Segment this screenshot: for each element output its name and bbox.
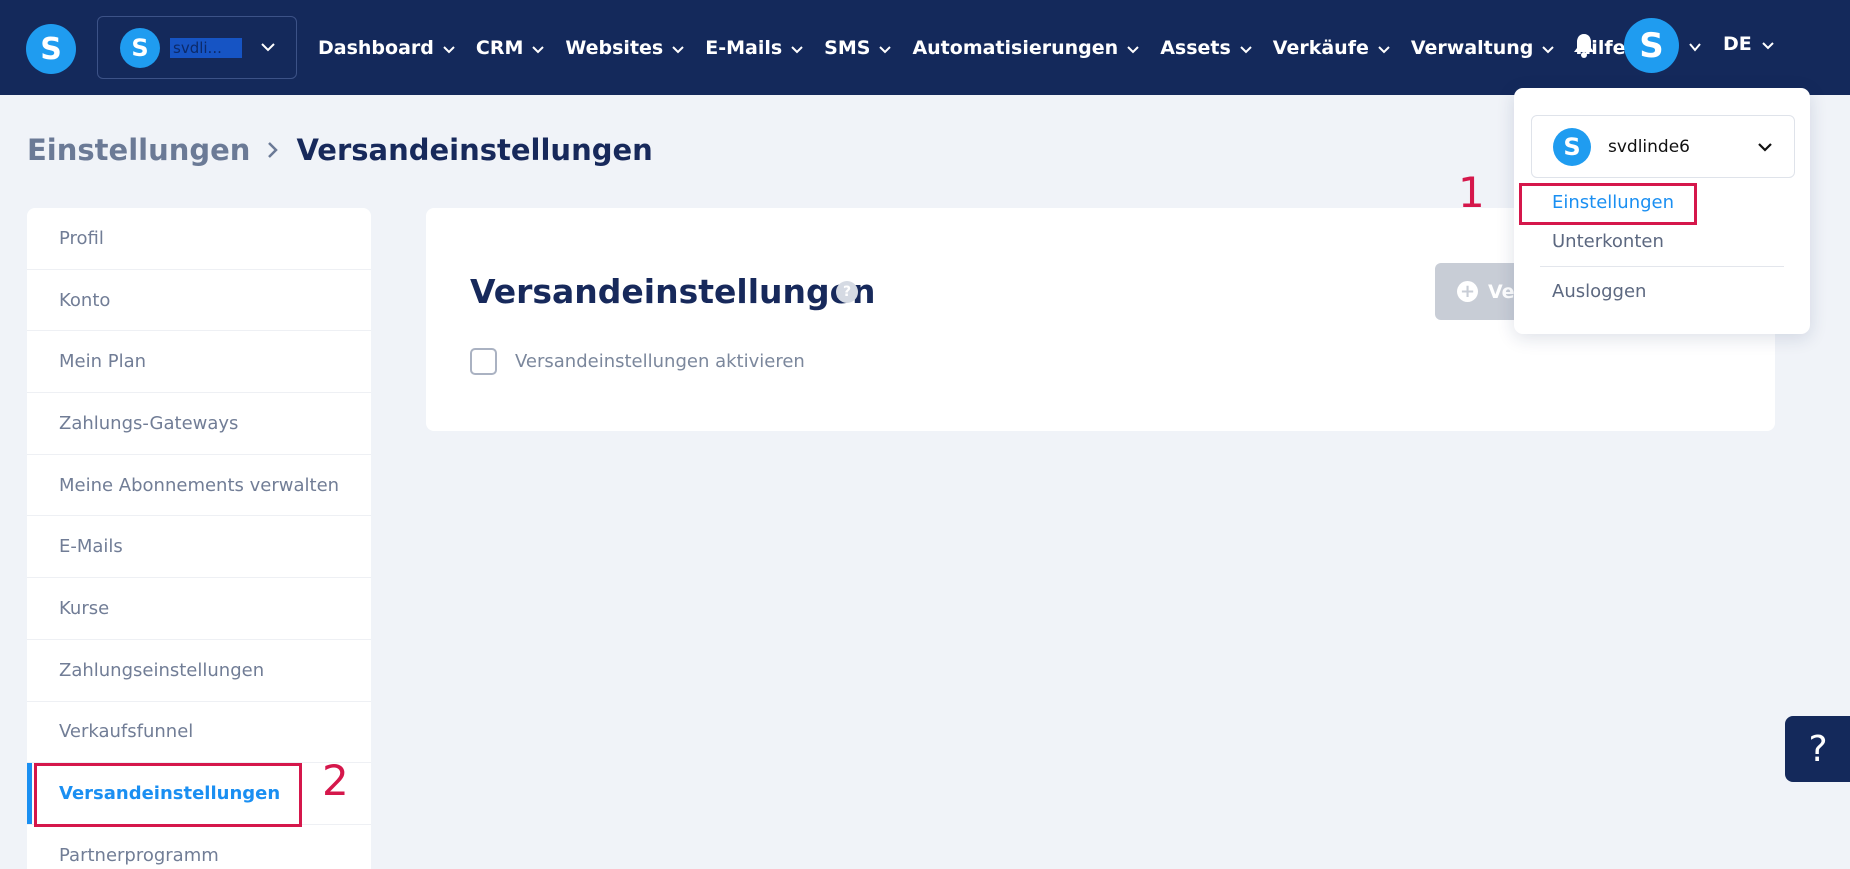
nav-emails[interactable]: E-Mails [705,37,803,59]
bell-icon[interactable] [1572,32,1596,62]
sidebar-item-label: Konto [59,289,111,311]
breadcrumb-current: Versandeinstellungen [296,133,653,167]
nav-label: E-Mails [705,36,783,59]
annotation-highlight-step-1 [1519,183,1697,225]
sidebar-item-label: Zahlungs-Gateways [59,412,239,434]
account-avatar: S [1553,127,1591,166]
nav-label: Automatisierungen [912,36,1119,59]
workspace-avatar: S [120,27,160,68]
chevron-down-icon [1127,37,1139,59]
sidebar-item-label: Partnerprogramm [59,844,219,866]
workspace-name: svdli... [170,37,242,58]
plus-icon: + [1457,281,1478,302]
breadcrumb: Einstellungen Versandeinstellungen [27,133,653,167]
sidebar-item-profil[interactable]: Profil [27,208,371,270]
nav-verkaeufe[interactable]: Verkäufe [1273,37,1390,59]
annotation-number-1: 1 [1458,168,1485,217]
menu-divider [1540,266,1784,267]
enable-shipping-label: Versandeinstellungen aktivieren [515,351,805,372]
chevron-down-icon [1542,37,1555,59]
chevron-down-icon [1240,37,1252,59]
sidebar-item-zahlungs-gateways[interactable]: Zahlungs-Gateways [27,393,371,455]
chevron-down-icon [879,37,892,59]
nav-label: SMS [824,36,871,59]
chevron-down-icon [672,37,684,59]
chevron-down-icon[interactable] [1688,38,1702,57]
app-logo[interactable]: S [26,24,76,74]
chevron-down-icon [260,39,276,59]
workspace-switcher[interactable]: S svdli... [97,16,297,79]
sidebar-item-abonnements[interactable]: Meine Abonnements verwalten [27,455,371,517]
nav-websites[interactable]: Websites [565,37,684,59]
chevron-down-icon [1756,138,1774,160]
sidebar-item-label: Meine Abonnements verwalten [59,474,340,496]
sidebar-item-konto[interactable]: Konto [27,270,371,332]
add-button-label: Ve [1488,280,1515,303]
chevron-down-icon [1378,37,1390,59]
sidebar-item-zahlungseinstellungen[interactable]: Zahlungseinstellungen [27,640,371,702]
sidebar-item-partnerprogramm[interactable]: Partnerprogramm [27,825,371,869]
main-nav: Dashboard CRM Websites E-Mails SMS Autom… [318,0,1647,95]
account-selector[interactable]: S svdlinde6 [1531,115,1795,178]
nav-automatisierungen[interactable]: Automatisierungen [912,37,1139,59]
chevron-right-icon [267,140,279,160]
enable-shipping-option[interactable]: Versandeinstellungen aktivieren [470,348,805,375]
annotation-number-2: 2 [322,756,349,805]
nav-assets[interactable]: Assets [1160,37,1252,59]
chevron-down-icon [791,37,803,59]
language-switcher[interactable]: DE [1723,33,1774,55]
nav-sms[interactable]: SMS [824,36,892,59]
annotation-highlight-step-2 [34,763,302,827]
enable-shipping-checkbox[interactable] [470,348,497,375]
sidebar-item-kurse[interactable]: Kurse [27,578,371,640]
sidebar-item-label: Zahlungseinstellungen [59,659,265,681]
nav-label: Dashboard [318,36,434,59]
nav-label: Websites [565,36,664,59]
menu-item-ausloggen[interactable]: Ausloggen [1552,281,1646,302]
sidebar-item-verkaufsfunnel[interactable]: Verkaufsfunnel [27,702,371,764]
nav-dashboard[interactable]: Dashboard [318,37,455,59]
sidebar-item-mein-plan[interactable]: Mein Plan [27,331,371,394]
account-name: svdlinde6 [1608,136,1690,157]
breadcrumb-parent-link[interactable]: Einstellungen [27,133,250,167]
sidebar-item-label: Verkaufsfunnel [59,721,194,743]
nav-label: CRM [475,36,524,59]
chevron-down-icon [443,37,455,59]
nav-label: Verwaltung [1410,36,1534,59]
user-avatar[interactable]: S [1624,18,1679,73]
menu-item-unterkonten[interactable]: Unterkonten [1552,231,1664,252]
nav-label: Assets [1160,36,1231,59]
sidebar-item-emails[interactable]: E-Mails [27,516,371,579]
chevron-down-icon [532,37,545,59]
chevron-down-icon [1762,33,1774,55]
page-title: Versandeinstellungen [470,272,876,311]
top-navigation-bar: S S svdli... Dashboard CRM Websites E-Ma… [0,0,1850,95]
help-icon[interactable]: ? [836,281,858,303]
nav-crm[interactable]: CRM [475,36,545,59]
language-label: DE [1723,33,1752,55]
nav-label: Verkäufe [1272,36,1369,59]
sidebar-item-label: Profil [59,227,104,249]
sidebar-item-label: Mein Plan [59,351,147,373]
sidebar-item-label: E-Mails [59,536,123,558]
nav-verwaltung[interactable]: Verwaltung [1411,37,1555,59]
sidebar-item-label: Kurse [59,597,110,619]
floating-help-button[interactable]: ? [1785,716,1850,782]
